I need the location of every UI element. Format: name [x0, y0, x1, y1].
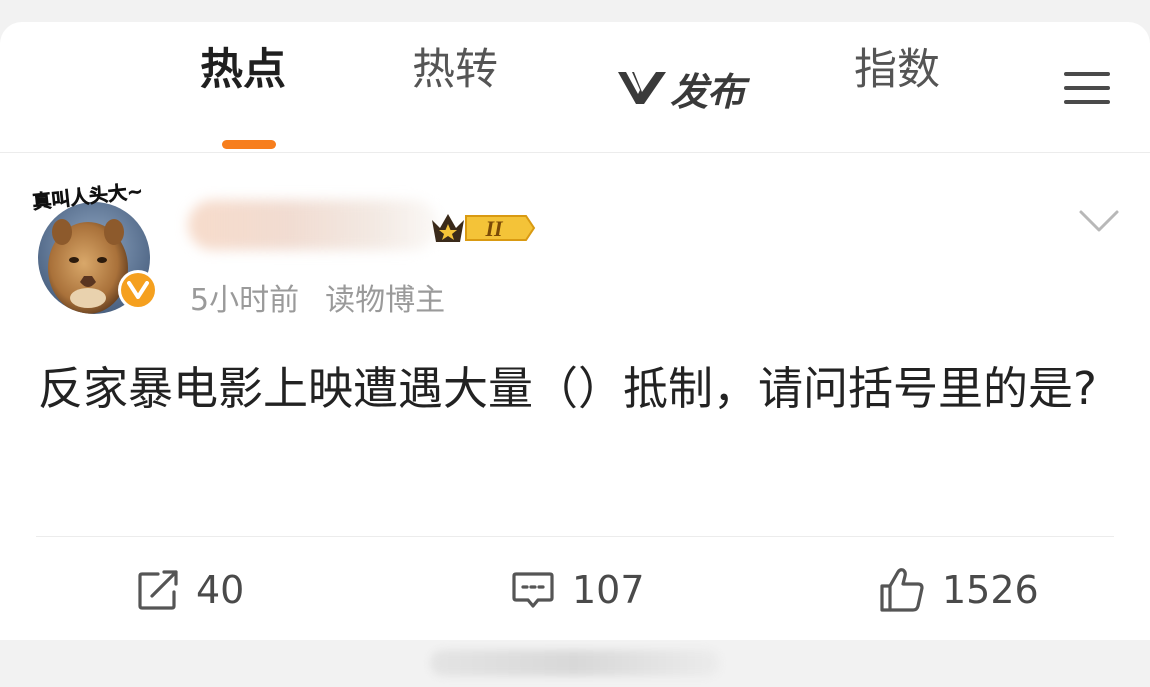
username-blurred[interactable] [188, 200, 438, 250]
thumbs-up-icon [880, 568, 924, 612]
like-button[interactable]: 1526 [878, 562, 1039, 618]
avatar[interactable]: 真叫人头大~ [30, 180, 160, 314]
hamburger-menu-icon[interactable] [1064, 70, 1110, 106]
post-source: 读物博主 [325, 283, 446, 318]
post-time: 5小时前 [190, 283, 300, 318]
tab-hot-repost[interactable]: 热转 [412, 40, 498, 100]
avatar-sticker-text: 真叫人头大~ [31, 180, 144, 214]
repost-count: 40 [196, 568, 245, 612]
publish-logo-icon [618, 72, 666, 104]
tab-publish-label: 发布 [670, 69, 745, 114]
comment-button[interactable]: 107 [510, 562, 645, 618]
chevron-down-icon[interactable] [1078, 208, 1120, 234]
tab-hot[interactable]: 热点 [200, 40, 286, 100]
app-frame: 热点 热转 发布 指数 真叫人头大~ II 5小时前 读物博主 反家暴电影上映遭… [0, 0, 1150, 687]
tab-publish[interactable]: 发布 [616, 62, 745, 114]
blurred-next-item [430, 650, 720, 676]
divider [36, 536, 1114, 537]
verified-badge-icon [118, 270, 158, 310]
share-icon [138, 570, 178, 610]
like-count: 1526 [942, 568, 1039, 612]
repost-button[interactable]: 40 [136, 562, 244, 618]
comment-icon [512, 572, 554, 608]
post-text: 反家暴电影上映遭遇大量（）抵制，请问括号里的是? [38, 362, 1097, 415]
level-badge-text: II [484, 216, 504, 241]
crown-level-badge-icon[interactable]: II [428, 208, 536, 248]
top-tab-bar [0, 22, 1150, 153]
tab-index[interactable]: 指数 [854, 40, 940, 100]
comment-count: 107 [572, 568, 645, 612]
post-meta: 5小时前 读物博主 [190, 275, 445, 319]
active-tab-indicator [222, 140, 276, 149]
